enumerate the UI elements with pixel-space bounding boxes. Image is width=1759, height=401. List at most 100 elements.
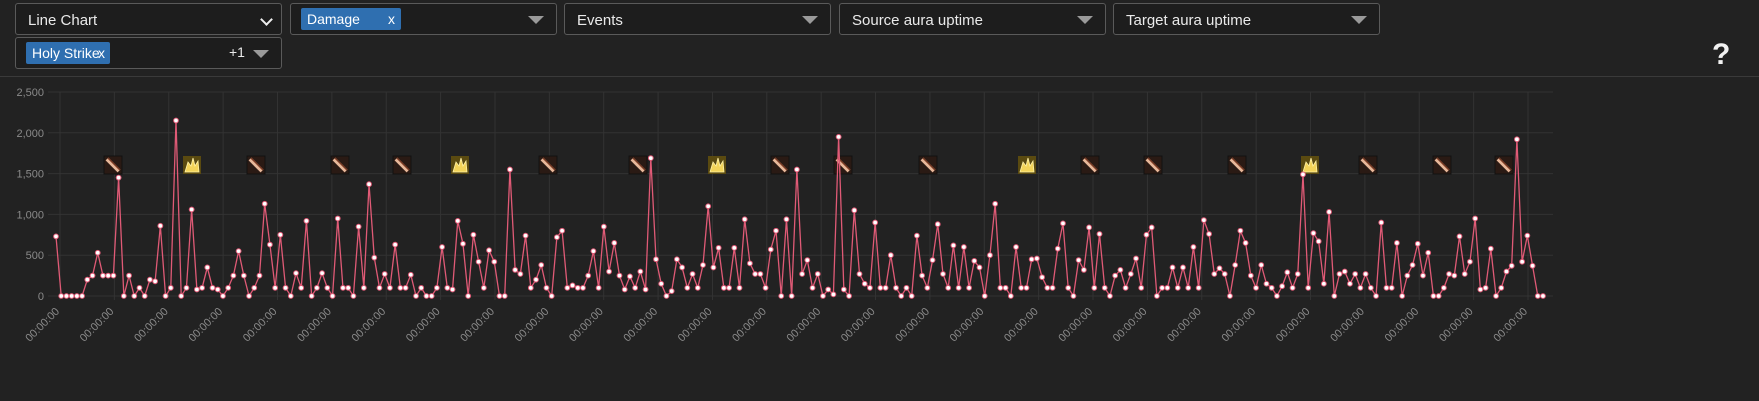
events-select[interactable]: Events — [564, 3, 831, 35]
data-point[interactable] — [840, 286, 847, 293]
data-point[interactable] — [580, 284, 586, 291]
data-point[interactable] — [1013, 244, 1019, 250]
data-point[interactable] — [1263, 280, 1270, 287]
data-point[interactable] — [235, 248, 242, 255]
data-point[interactable] — [1529, 262, 1536, 269]
data-point[interactable] — [877, 284, 884, 291]
chevron-down-icon[interactable] — [528, 16, 544, 24]
data-point[interactable] — [486, 247, 492, 254]
data-point[interactable] — [934, 221, 941, 228]
data-point[interactable] — [924, 284, 931, 291]
data-point[interactable] — [929, 257, 936, 263]
data-point[interactable] — [903, 284, 910, 291]
metric-tag-remove[interactable]: x — [388, 8, 395, 30]
data-point[interactable] — [1508, 262, 1515, 269]
data-point[interactable] — [668, 288, 675, 295]
data-point[interactable] — [376, 284, 383, 291]
data-point[interactable] — [517, 271, 524, 277]
data-point[interactable] — [1446, 271, 1452, 277]
data-point[interactable] — [340, 284, 346, 291]
data-point[interactable] — [783, 216, 790, 223]
data-point[interactable] — [1242, 240, 1249, 246]
data-point[interactable] — [1185, 284, 1192, 291]
data-point[interactable] — [496, 293, 503, 299]
data-point[interactable] — [987, 252, 993, 259]
data-point[interactable] — [1122, 284, 1129, 291]
data-point[interactable] — [804, 257, 811, 263]
data-point[interactable] — [522, 232, 529, 239]
wings-ability-icon[interactable] — [1301, 156, 1319, 174]
data-point[interactable] — [460, 240, 466, 247]
data-point[interactable] — [507, 166, 513, 173]
data-point[interactable] — [887, 252, 894, 259]
data-point[interactable] — [1101, 284, 1108, 291]
data-point[interactable] — [1409, 262, 1416, 268]
data-point[interactable] — [1060, 220, 1066, 227]
data-point[interactable] — [418, 284, 425, 291]
data-point[interactable] — [1467, 258, 1473, 265]
data-point[interactable] — [1456, 233, 1463, 240]
data-point[interactable] — [392, 241, 399, 248]
data-point[interactable] — [1075, 257, 1082, 263]
data-point[interactable] — [830, 291, 837, 298]
data-point[interactable] — [820, 293, 826, 299]
data-point[interactable] — [1435, 293, 1442, 299]
wings-ability-icon[interactable] — [451, 156, 469, 174]
data-point[interactable] — [799, 271, 806, 277]
data-point[interactable] — [705, 203, 712, 210]
data-point[interactable] — [767, 246, 774, 253]
sword-ability-icon[interactable] — [330, 155, 350, 175]
data-point[interactable] — [58, 293, 65, 299]
data-point[interactable] — [720, 284, 727, 291]
data-point[interactable] — [449, 286, 456, 293]
data-point[interactable] — [908, 293, 915, 299]
data-point[interactable] — [1399, 293, 1406, 299]
data-point[interactable] — [293, 270, 299, 277]
wings-ability-icon[interactable] — [183, 156, 201, 174]
data-point[interactable] — [960, 244, 967, 250]
data-point[interactable] — [872, 219, 879, 226]
data-point[interactable] — [846, 293, 852, 299]
data-point[interactable] — [1028, 256, 1035, 263]
data-point[interactable] — [1200, 217, 1207, 224]
data-point[interactable] — [1154, 293, 1160, 299]
data-point[interactable] — [1420, 272, 1426, 279]
data-point[interactable] — [1404, 272, 1411, 279]
data-point[interactable] — [1394, 240, 1400, 246]
data-point[interactable] — [700, 262, 706, 268]
data-point[interactable] — [1310, 230, 1317, 237]
data-point[interactable] — [230, 272, 237, 279]
data-point[interactable] — [741, 216, 748, 223]
data-point[interactable] — [360, 284, 367, 291]
data-point[interactable] — [1143, 231, 1150, 238]
data-point[interactable] — [1440, 284, 1447, 291]
sword-ability-icon[interactable] — [1143, 155, 1163, 175]
data-point[interactable] — [1498, 284, 1505, 291]
data-point[interactable] — [1352, 271, 1359, 277]
data-point[interactable] — [167, 284, 174, 291]
data-point[interactable] — [736, 284, 743, 291]
data-point[interactable] — [465, 293, 472, 299]
data-point[interactable] — [1237, 227, 1244, 234]
data-point[interactable] — [350, 293, 357, 299]
data-point[interactable] — [1362, 271, 1369, 277]
data-point[interactable] — [89, 272, 96, 279]
data-point[interactable] — [324, 284, 331, 291]
data-point[interactable] — [1451, 272, 1458, 279]
data-point[interactable] — [1519, 258, 1526, 265]
data-point[interactable] — [1461, 271, 1468, 277]
data-point[interactable] — [731, 244, 738, 251]
data-point[interactable] — [131, 293, 138, 299]
data-point[interactable] — [642, 286, 649, 293]
data-point[interactable] — [773, 227, 779, 234]
data-point[interactable] — [366, 181, 372, 188]
data-point[interactable] — [319, 270, 325, 277]
data-point[interactable] — [658, 280, 665, 287]
data-point[interactable] — [136, 284, 143, 291]
data-point[interactable] — [397, 284, 404, 291]
data-point[interactable] — [1383, 284, 1390, 291]
data-point[interactable] — [673, 256, 680, 263]
sword-ability-icon[interactable] — [1227, 155, 1247, 175]
data-point[interactable] — [559, 227, 566, 234]
data-point[interactable] — [1107, 293, 1113, 299]
